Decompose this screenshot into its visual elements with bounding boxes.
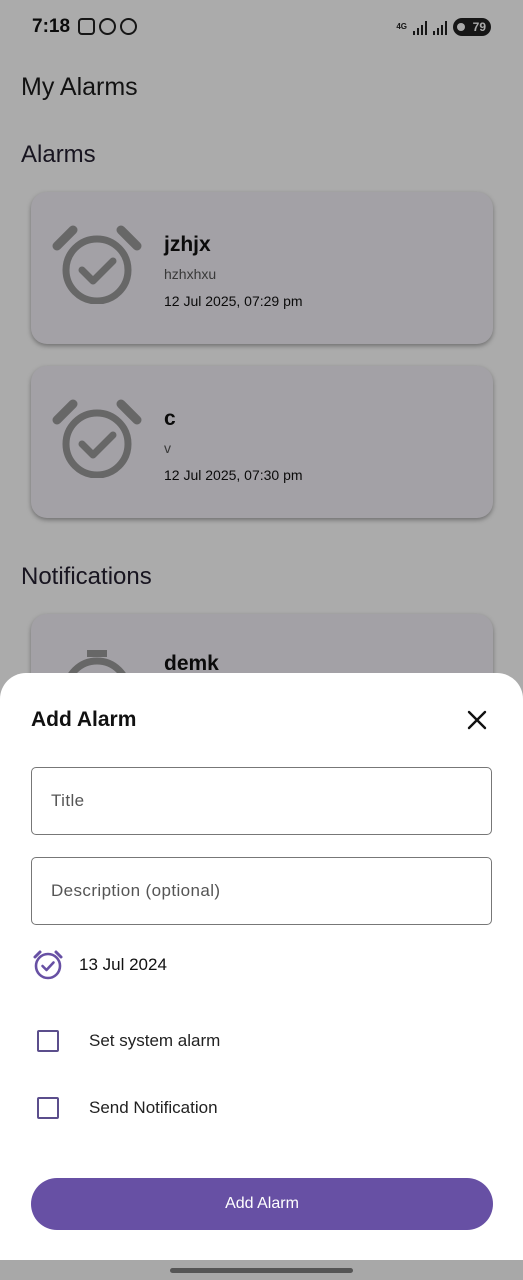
close-icon (467, 710, 487, 730)
alarm-clock-icon (33, 950, 63, 980)
send-notification-row[interactable]: Send Notification (37, 1097, 218, 1119)
add-alarm-button[interactable]: Add Alarm (31, 1178, 493, 1230)
navigation-bar (0, 1260, 523, 1280)
sheet-title: Add Alarm (31, 708, 137, 731)
selected-date: 13 Jul 2024 (79, 955, 167, 974)
add-alarm-sheet: Add Alarm 13 Jul 2024 Set system alarm S… (0, 673, 523, 1280)
send-notification-label: Send Notification (89, 1098, 218, 1117)
home-gesture-handle[interactable] (170, 1268, 353, 1273)
description-input[interactable] (31, 857, 492, 925)
set-system-alarm-checkbox[interactable] (37, 1030, 59, 1052)
close-button[interactable] (462, 705, 492, 735)
set-system-alarm-row[interactable]: Set system alarm (37, 1030, 220, 1052)
title-input[interactable] (31, 767, 492, 835)
send-notification-checkbox[interactable] (37, 1097, 59, 1119)
date-picker[interactable]: 13 Jul 2024 (31, 948, 167, 982)
app-screen: 7:18 4G 79 My Alarms Alarms jzhjx hzhxhx… (0, 0, 523, 1280)
set-system-alarm-label: Set system alarm (89, 1031, 221, 1050)
